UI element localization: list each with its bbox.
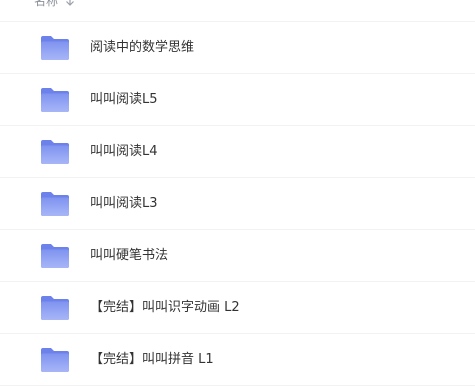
list-item[interactable]: 叫叫阅读L5 bbox=[0, 74, 475, 126]
column-header-name[interactable]: 名称 bbox=[34, 0, 58, 11]
folder-icon bbox=[41, 296, 69, 320]
list-item[interactable]: 叫叫阅读L4 bbox=[0, 126, 475, 178]
list-item[interactable]: 阅读中的数学思维 bbox=[0, 22, 475, 74]
sort-arrow-down-icon[interactable] bbox=[65, 0, 75, 7]
file-name[interactable]: 叫叫阅读L4 bbox=[90, 126, 158, 178]
list-item[interactable]: 叫叫硬笔书法 bbox=[0, 230, 475, 282]
file-name[interactable]: 叫叫硬笔书法 bbox=[90, 230, 168, 282]
list-item[interactable]: 【完结】叫叫识字动画 L2 bbox=[0, 282, 475, 334]
folder-icon bbox=[41, 244, 69, 268]
list-header: 名称 bbox=[0, 0, 475, 22]
file-name[interactable]: 叫叫阅读L5 bbox=[90, 74, 158, 126]
file-list: 阅读中的数学思维 叫叫阅读L5 叫叫阅读L4 叫叫阅读L3 叫叫硬笔书法 【完结… bbox=[0, 22, 475, 386]
folder-icon bbox=[41, 348, 69, 372]
file-name[interactable]: 叫叫阅读L3 bbox=[90, 178, 158, 230]
folder-icon bbox=[41, 88, 69, 112]
list-item[interactable]: 【完结】叫叫拼音 L1 bbox=[0, 334, 475, 386]
folder-icon bbox=[41, 192, 69, 216]
file-name[interactable]: 阅读中的数学思维 bbox=[90, 22, 194, 74]
file-name[interactable]: 【完结】叫叫识字动画 L2 bbox=[90, 282, 240, 334]
file-name[interactable]: 【完结】叫叫拼音 L1 bbox=[90, 334, 214, 386]
folder-icon bbox=[41, 36, 69, 60]
folder-icon bbox=[41, 140, 69, 164]
list-item[interactable]: 叫叫阅读L3 bbox=[0, 178, 475, 230]
